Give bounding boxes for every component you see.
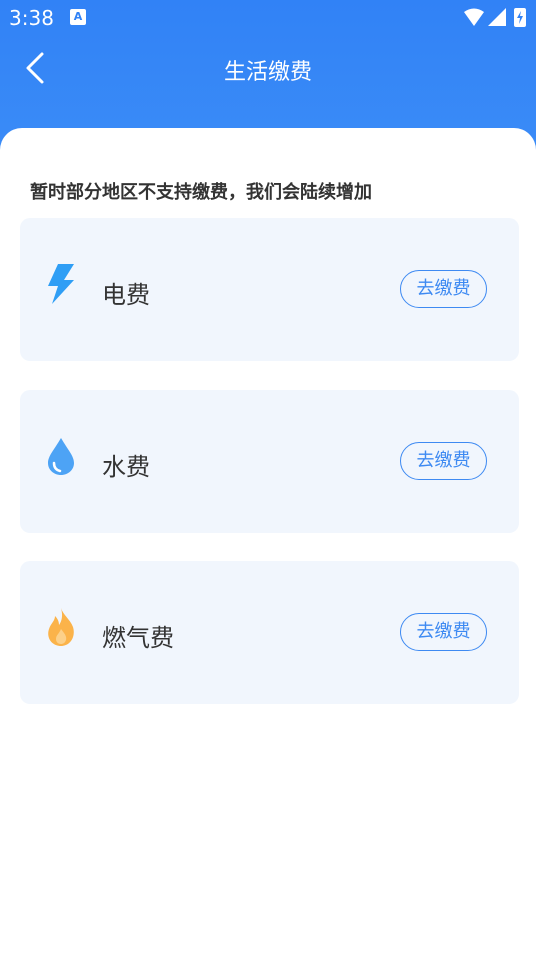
flame-icon xyxy=(48,608,74,646)
card-label: 燃气费 xyxy=(102,624,174,652)
card-electricity[interactable]: 电费 去缴费 xyxy=(20,218,519,361)
water-drop-icon xyxy=(48,438,74,475)
lightning-icon xyxy=(48,264,74,304)
signal-icon xyxy=(488,8,506,26)
card-label: 水费 xyxy=(102,453,150,481)
notification-app-letter: A xyxy=(73,10,83,23)
status-time: 3:38 xyxy=(9,6,54,30)
pay-gas-button[interactable]: 去缴费 xyxy=(400,613,487,651)
nav-bar: 生活缴费 xyxy=(0,36,536,102)
card-water[interactable]: 水费 去缴费 xyxy=(20,390,519,533)
pay-water-button[interactable]: 去缴费 xyxy=(400,442,487,480)
card-gas[interactable]: 燃气费 去缴费 xyxy=(20,561,519,704)
notification-app-icon: A xyxy=(70,9,86,25)
wifi-icon xyxy=(464,8,484,26)
page-title: 生活缴费 xyxy=(223,60,312,85)
card-label: 电费 xyxy=(102,281,150,309)
content-sheet: 暂时部分地区不支持缴费，我们会陆续增加 电费 去缴费 水费 去缴费 燃气费 去缴… xyxy=(0,128,536,954)
notice-text: 暂时部分地区不支持缴费，我们会陆续增加 xyxy=(30,182,372,203)
status-icons xyxy=(464,8,526,27)
status-bar: 3:38 A xyxy=(0,0,536,36)
pay-electricity-button[interactable]: 去缴费 xyxy=(400,270,487,308)
